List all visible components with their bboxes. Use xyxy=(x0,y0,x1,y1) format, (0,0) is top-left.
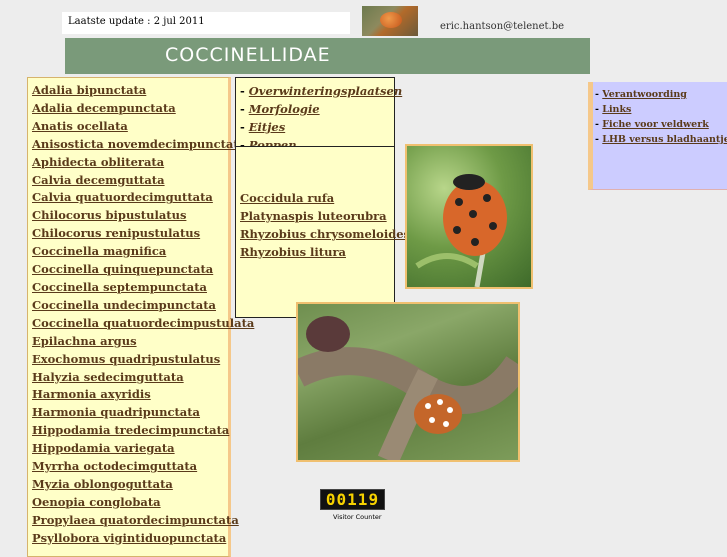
spot xyxy=(453,226,461,234)
link-fiche-voor-veldwerk[interactable]: Fiche voor veldwerk xyxy=(602,119,709,130)
species-link[interactable]: Coccinella quatuordecimpustulata xyxy=(28,315,254,333)
species-list: Adalia bipunctata Adalia decempunctata A… xyxy=(27,77,254,557)
page-title: COCCINELLIDAE xyxy=(165,44,331,66)
email-address: eric.hantson@telenet.be xyxy=(440,21,565,32)
topic-link-eitjes[interactable]: Eitjes xyxy=(249,120,285,134)
links-item: - Fiche voor veldwerk xyxy=(595,119,709,130)
species-link[interactable]: Coccidula rufa xyxy=(240,190,410,208)
species-link[interactable]: Coccinella quinquepunctata xyxy=(28,261,228,279)
ladybird-head xyxy=(453,174,485,190)
topic-item: - Poppen xyxy=(236,136,394,146)
species-link[interactable]: Harmonia axyridis xyxy=(28,386,228,404)
spot xyxy=(425,403,431,409)
species-link[interactable]: Chilocorus renipustulatus xyxy=(28,225,228,243)
spot xyxy=(455,198,463,206)
species-link[interactable]: Anisosticta novemdecimpunctata xyxy=(28,136,246,154)
species-link[interactable]: Adalia decempunctata xyxy=(28,100,228,118)
species-link[interactable]: Exochomus quadripustulatus xyxy=(28,351,228,369)
spot xyxy=(489,222,497,230)
links-item: - Links xyxy=(595,104,632,115)
species-list-secondary: Coccidula rufa Platynaspis luteorubra Rh… xyxy=(240,190,410,262)
visitor-counter: 00119 xyxy=(320,489,385,510)
ladybird-thumbnail-bug xyxy=(380,12,402,28)
ladybird-thumbnail xyxy=(362,6,418,36)
species-link[interactable]: Adalia bipunctata xyxy=(28,82,228,100)
links-panel: - Verantwoording - Links - Fiche voor ve… xyxy=(588,82,727,190)
topic-link-morfologie[interactable]: Morfologie xyxy=(249,102,320,116)
link-verantwoording[interactable]: Verantwoording xyxy=(602,89,687,100)
species-link[interactable]: Harmonia quadripunctata xyxy=(28,404,228,422)
species-link[interactable]: Propylaea quatordecimpunctata xyxy=(28,512,239,530)
spot xyxy=(429,417,435,423)
topic-item: - Overwinteringsplaatsen xyxy=(240,84,403,98)
links-item: - Verantwoording xyxy=(595,89,687,100)
species-link[interactable]: Epilachna argus xyxy=(28,333,228,351)
topics-panel: - Overwinteringsplaatsen - Morfologie - … xyxy=(235,77,410,318)
species-link[interactable]: Calvia decemguttata xyxy=(28,172,228,190)
species-link[interactable]: Halyzia sedecimguttata xyxy=(28,369,228,387)
topic-link-overwinteringsplaatsen[interactable]: Overwinteringsplaatsen xyxy=(249,84,402,98)
links-item: - LHB versus bladhaantjes xyxy=(593,132,727,147)
spot xyxy=(443,421,449,427)
last-update-label: Laatste update : 2 jul 2011 xyxy=(62,12,350,34)
species-link[interactable]: Oenopia conglobata xyxy=(28,494,228,512)
spot xyxy=(471,238,479,246)
spot xyxy=(483,194,491,202)
spot xyxy=(437,399,443,405)
species-link[interactable]: Chilocorus bipustulatus xyxy=(28,207,228,225)
link-links[interactable]: Links xyxy=(602,104,631,115)
species-link[interactable]: Hippodamia variegata xyxy=(28,440,228,458)
species-link[interactable]: Rhyzobius chrysomeloides xyxy=(240,226,410,244)
species-link[interactable]: Platynaspis luteorubra xyxy=(240,208,410,226)
topics-divider xyxy=(236,146,394,147)
bud xyxy=(306,316,350,352)
species-link[interactable]: Myzia oblongoguttata xyxy=(28,476,228,494)
species-link[interactable]: Anatis ocellata xyxy=(28,118,228,136)
topic-item: - Morfologie xyxy=(240,102,320,116)
topic-item: - Eitjes xyxy=(240,120,286,134)
species-link[interactable]: Hippodamia tredecimpunctata xyxy=(28,422,229,440)
species-link[interactable]: Rhyzobius litura xyxy=(240,244,410,262)
ladybird-photo xyxy=(296,302,520,462)
species-link[interactable]: Myrrha octodecimguttata xyxy=(28,458,228,476)
topic-link-poppen[interactable]: Poppen xyxy=(249,138,297,146)
ladybird-photo-art xyxy=(298,316,518,460)
visitor-counter-label: Visitor Counter xyxy=(333,513,382,521)
ladybird-photo-art xyxy=(415,174,507,287)
spot xyxy=(469,210,477,218)
species-link[interactable]: Coccinella septempunctata xyxy=(28,279,228,297)
ladybird-photo xyxy=(405,144,533,289)
species-link[interactable]: Aphidecta obliterata xyxy=(28,154,228,172)
species-link[interactable]: Calvia quatuordecimguttata xyxy=(28,189,228,207)
link-lhb-versus-bladhaantjes[interactable]: LHB versus bladhaantjes xyxy=(602,134,727,145)
title-bar: COCCINELLIDAE xyxy=(65,38,590,74)
spot xyxy=(447,407,453,413)
leaf xyxy=(415,253,479,269)
species-link[interactable]: Coccinella magnifica xyxy=(28,243,228,261)
species-link[interactable]: Coccinella undecimpunctata xyxy=(28,297,228,315)
